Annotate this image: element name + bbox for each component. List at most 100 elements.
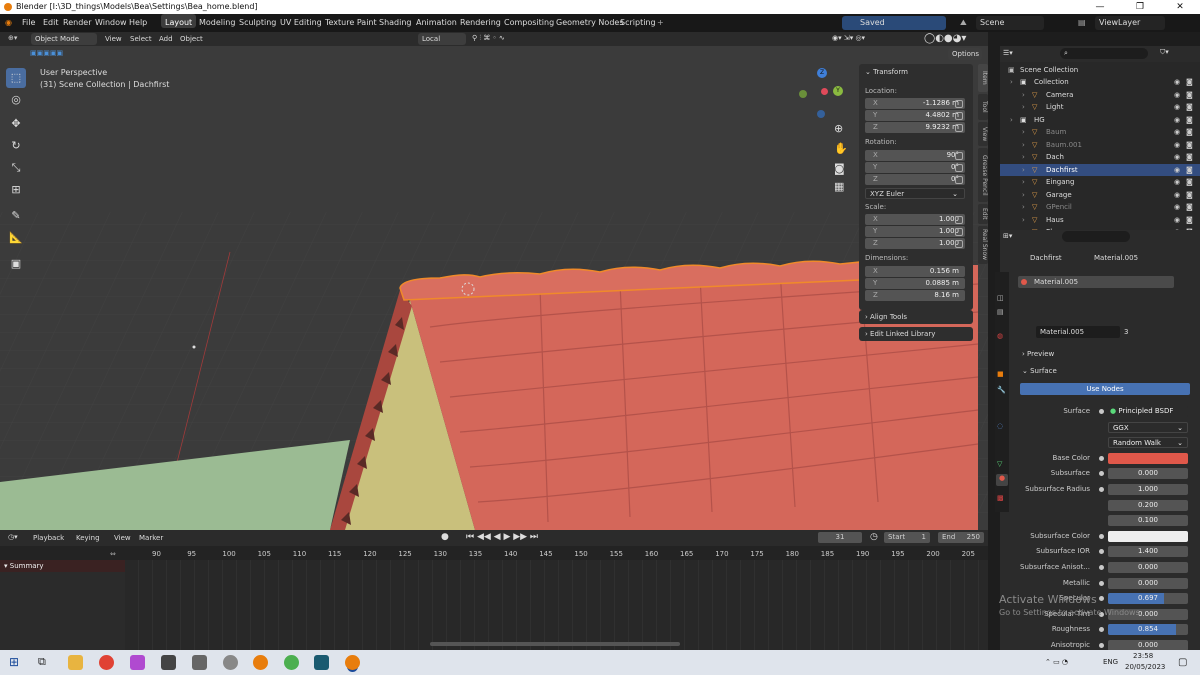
properties-editor-icon[interactable]: ⊞▾: [1003, 232, 1012, 240]
system-tray-icons[interactable]: ⌃ ▭ ◔: [1045, 658, 1068, 666]
material-tab-icon[interactable]: ●: [996, 474, 1008, 486]
object-mode-dropdown[interactable]: Object Mode: [31, 33, 97, 45]
pan-hand-icon[interactable]: ✋: [834, 142, 848, 155]
chrome-icon[interactable]: [99, 655, 114, 670]
rotate-tool-icon[interactable]: ↻: [6, 136, 26, 156]
navigation-gizmo[interactable]: Z Y: [797, 66, 849, 118]
number-field[interactable]: 1.000: [1108, 484, 1188, 495]
timeline-editor-icon[interactable]: ◷▾: [8, 533, 18, 541]
tab-item[interactable]: Item: [978, 64, 988, 92]
annotate-tool-icon[interactable]: ✎: [6, 206, 26, 226]
ortho-grid-icon[interactable]: ▦: [834, 180, 844, 193]
rotation-z-field[interactable]: Z 0°: [865, 174, 965, 185]
app-icon[interactable]: [284, 655, 299, 670]
lock-icon[interactable]: [955, 216, 963, 224]
lock-icon[interactable]: [955, 176, 963, 184]
app-icon[interactable]: [161, 655, 176, 670]
socket-dot-icon[interactable]: [1099, 643, 1104, 648]
outliner-search-input[interactable]: ⌕: [1060, 48, 1148, 59]
constraint-tab-icon[interactable]: ◌: [997, 422, 1003, 430]
shading-mode-buttons[interactable]: ◯◐●◕▾: [924, 33, 966, 44]
keying-menu[interactable]: Keying: [76, 534, 100, 542]
slider-field[interactable]: 0.854: [1108, 624, 1188, 636]
outliner-item[interactable]: › ▽ Baum.001 ◉ ◙: [1000, 139, 1200, 151]
shader-field[interactable]: ● Principled BSDF: [1108, 406, 1188, 417]
3d-viewport[interactable]: User Perspective (31) Scene Collection |…: [0, 62, 988, 530]
socket-dot-icon[interactable]: [1099, 580, 1104, 586]
clock-time[interactable]: 23:58: [1133, 652, 1153, 660]
minimize-button[interactable]: —: [1080, 0, 1120, 14]
app-icon[interactable]: [314, 655, 329, 670]
dimensions-z-field[interactable]: Z 8.16 m: [865, 290, 965, 301]
outliner-item[interactable]: › ▽ Camera ◉ ◙: [1000, 89, 1200, 101]
location-x-field[interactable]: X -1.1286 m: [865, 98, 965, 109]
workspace-tab-modeling[interactable]: Modeling: [195, 14, 239, 28]
lock-icon[interactable]: [955, 228, 963, 236]
tab-real-snow[interactable]: Real Snow: [978, 226, 988, 264]
data-tab-icon[interactable]: ▽: [997, 460, 1002, 468]
outliner-item[interactable]: › ▽ Dach ◉ ◙: [1000, 151, 1200, 163]
view-layer-field[interactable]: ViewLayer: [1095, 16, 1165, 30]
scale-tool-icon[interactable]: ⤡: [6, 158, 26, 178]
lock-icon[interactable]: [955, 112, 963, 120]
visibility-gizmo-icons[interactable]: ◉▾ ⇲▾ ◎▾: [832, 34, 865, 42]
outliner-item[interactable]: › ▣ Collection ◉ ◙: [1000, 76, 1200, 88]
color-swatch[interactable]: [1108, 530, 1188, 542]
menu-window[interactable]: Window: [95, 14, 127, 32]
blender-menu-icon[interactable]: ◉: [5, 14, 12, 32]
modifier-tab-icon[interactable]: 🔧: [997, 386, 1006, 394]
start-frame-field[interactable]: Start 1: [884, 532, 930, 543]
number-field[interactable]: 0.000: [1108, 577, 1188, 589]
outliner-editor-icon[interactable]: ☰▾: [1003, 49, 1013, 57]
zoom-icon[interactable]: ⊕: [834, 122, 843, 135]
pivot-snap-icons[interactable]: ⚲ ⫶ ⌘ ◦ ∿: [472, 34, 505, 43]
language-indicator[interactable]: ENG: [1103, 658, 1118, 666]
properties-search-input[interactable]: [1062, 231, 1130, 242]
end-frame-field[interactable]: End 250: [938, 532, 984, 543]
transform-header[interactable]: ⌄ Transform: [865, 68, 908, 76]
scale-y-field[interactable]: Y 1.000: [865, 226, 965, 237]
number-field[interactable]: 0.000: [1108, 468, 1188, 480]
workspace-tab-texture-paint[interactable]: Texture Paint: [321, 14, 381, 28]
selection-mode-icons[interactable]: ▣▣▣▣▣: [30, 49, 63, 57]
rotation-mode-dropdown[interactable]: XYZ Euler ⌄: [865, 188, 965, 199]
editor-type-icon[interactable]: ⊕▾: [8, 34, 17, 42]
scale-x-field[interactable]: X 1.000: [865, 214, 965, 225]
number-field[interactable]: 0.200: [1108, 499, 1188, 511]
summary-channel[interactable]: ▾ Summary: [0, 560, 125, 572]
menu-file[interactable]: File: [22, 14, 35, 32]
render-tab-icon[interactable]: ◫: [997, 294, 1004, 302]
outliner-item[interactable]: › ▽ Garage ◉ ◙: [1000, 189, 1200, 201]
playback-controls[interactable]: ⏮ ◀◀ ◀ ▶ ▶▶ ⏭: [466, 532, 538, 542]
gizmo-x-axis[interactable]: [821, 88, 828, 95]
number-field[interactable]: 0.000: [1108, 562, 1188, 573]
lock-icon[interactable]: [955, 240, 963, 248]
marker-menu[interactable]: Marker: [139, 534, 163, 542]
menu-add[interactable]: Add: [159, 35, 173, 43]
filter-icon[interactable]: ⛉▾: [1160, 48, 1169, 57]
outliner-item[interactable]: › ▣ HG ◉ ◙: [1000, 114, 1200, 126]
menu-help[interactable]: Help: [129, 14, 147, 32]
clock-icon[interactable]: ◷: [870, 532, 878, 542]
use-nodes-button[interactable]: Use Nodes: [1020, 383, 1190, 395]
socket-dot-icon[interactable]: [1099, 455, 1104, 461]
timeline-scrollbar[interactable]: [430, 642, 680, 646]
location-z-field[interactable]: Z 9.9232 m: [865, 122, 965, 133]
outliner-item[interactable]: › ▽ Haus ◉ ◙: [1000, 214, 1200, 226]
socket-dot-icon[interactable]: [1099, 627, 1104, 633]
add-cube-tool-icon[interactable]: ▣: [6, 254, 26, 274]
tab-view[interactable]: View: [978, 122, 988, 146]
view-menu[interactable]: View: [114, 534, 131, 542]
lock-icon[interactable]: [955, 164, 963, 172]
measure-tool-icon[interactable]: 📐: [6, 228, 26, 248]
blender-active-taskbar-icon[interactable]: [345, 655, 360, 670]
socket-dot-icon[interactable]: [1099, 471, 1104, 477]
color-swatch[interactable]: [1108, 452, 1188, 464]
output-tab-icon[interactable]: ▤: [997, 308, 1004, 316]
socket-dot-icon[interactable]: [1099, 549, 1104, 555]
gizmo-neg-y[interactable]: [799, 90, 807, 98]
number-field[interactable]: 1.400: [1108, 546, 1188, 558]
preview-section[interactable]: › Preview: [1022, 350, 1054, 358]
menu-edit[interactable]: Edit: [43, 14, 59, 32]
workspace-tab-scripting[interactable]: Scripting: [616, 14, 660, 28]
